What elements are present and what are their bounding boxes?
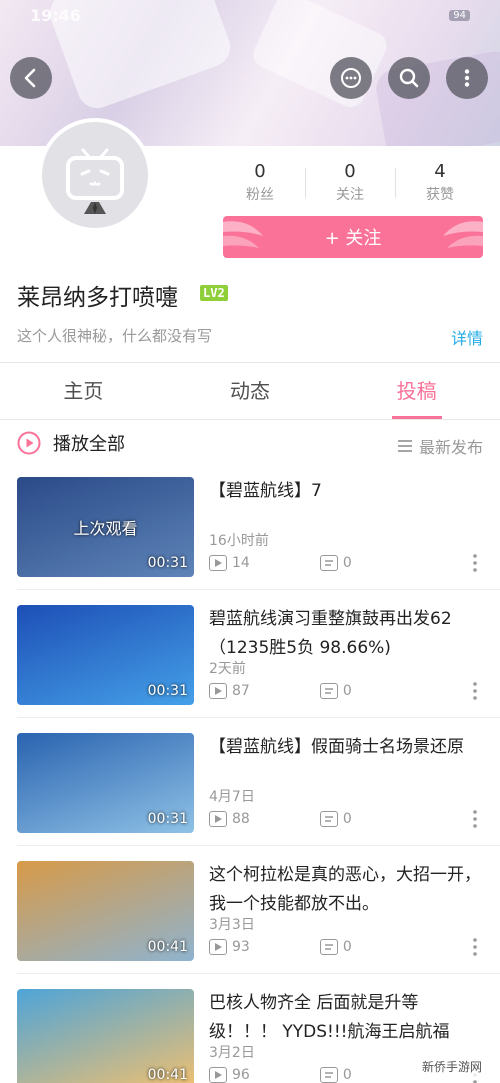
video-item[interactable]: 00:31 【碧蓝航线】假面骑士名场景还原 4月7日 88 0: [0, 718, 500, 846]
video-meta: 14 0: [209, 555, 352, 571]
video-time: 2天前: [209, 661, 246, 677]
list-sort-icon: [397, 440, 412, 452]
back-button[interactable]: [10, 57, 52, 99]
search-icon: [399, 68, 419, 88]
video-duration: 00:31: [147, 683, 188, 699]
play-circle-icon: [17, 431, 41, 455]
video-title[interactable]: 这个柯拉松是真的恶心，大招一开，我一个技能都放不出。: [209, 861, 485, 919]
video-thumbnail[interactable]: 00:31: [17, 605, 194, 705]
more-options-icon[interactable]: [472, 553, 478, 573]
search-button[interactable]: [388, 57, 430, 99]
status-time: 19:46: [30, 6, 81, 25]
more-options-icon[interactable]: [472, 809, 478, 829]
video-item[interactable]: 00:31 碧蓝航线演习重整旗鼓再出发62（1235胜5负 98.66%) 2天…: [0, 590, 500, 718]
video-thumbnail[interactable]: 上次观看 00:31: [17, 477, 194, 577]
tv-mascot-icon: [66, 148, 124, 214]
level-badge: LV2: [200, 285, 228, 301]
video-title[interactable]: 【碧蓝航线】假面骑士名场景还原: [209, 733, 485, 762]
video-time: 16小时前: [209, 533, 269, 549]
video-duration: 00:41: [147, 939, 188, 955]
video-time: 4月7日: [209, 789, 255, 805]
video-time: 3月2日: [209, 1045, 255, 1061]
video-thumbnail[interactable]: 00:41: [17, 861, 194, 961]
video-meta: 96 0: [209, 1067, 352, 1083]
comment-count: 0: [342, 811, 352, 827]
video-duration: 00:41: [147, 1067, 188, 1083]
play-count-icon: [209, 1067, 227, 1083]
stat-value: 0: [344, 161, 356, 182]
comment-count-icon: [319, 683, 338, 699]
detail-link[interactable]: 详情: [451, 325, 483, 349]
video-meta: 87 0: [209, 683, 352, 699]
stat-label: 关注: [336, 187, 364, 203]
view-count: 88: [232, 811, 250, 827]
more-options-icon[interactable]: [472, 937, 478, 957]
chat-button[interactable]: [330, 57, 372, 99]
last-watched-label: 上次观看: [73, 519, 138, 538]
more-options-icon[interactable]: [472, 681, 478, 701]
comment-count-icon: [319, 811, 338, 827]
video-title[interactable]: 巴核人物齐全 后面就是升等级！！！ YYDS!!!航海王启航福: [209, 989, 485, 1047]
stat-label: 粉丝: [246, 187, 274, 203]
play-count-icon: [209, 939, 227, 955]
comment-count-icon: [319, 939, 338, 955]
video-duration: 00:31: [147, 811, 188, 827]
video-thumbnail[interactable]: 00:41: [17, 989, 194, 1083]
sort-button[interactable]: 最新发布: [397, 434, 483, 458]
follow-label: + 关注: [324, 228, 382, 249]
view-count: 96: [232, 1067, 250, 1083]
comment-count-icon: [319, 1067, 338, 1083]
video-time: 3月3日: [209, 917, 255, 933]
video-thumbnail[interactable]: 00:31: [17, 733, 194, 833]
play-all-button[interactable]: 播放全部: [17, 430, 125, 456]
stat-value: 4: [434, 161, 446, 182]
video-item[interactable]: 上次观看 00:31 【碧蓝航线】7 16小时前 14 0: [0, 462, 500, 590]
avatar[interactable]: [38, 118, 152, 232]
chevron-left-icon: [24, 68, 36, 88]
stat-label: 获赞: [426, 187, 454, 203]
chat-bubble-icon: [341, 68, 361, 88]
play-count-icon: [209, 683, 227, 699]
view-count: 87: [232, 683, 250, 699]
view-count: 14: [232, 555, 250, 571]
comment-count: 0: [342, 1067, 352, 1083]
comment-count: 0: [342, 555, 352, 571]
video-duration: 00:31: [147, 555, 188, 571]
play-count-icon: [209, 555, 227, 571]
wing-decoration-icon: [223, 221, 263, 248]
sort-label: 最新发布: [418, 438, 483, 457]
stat-likes[interactable]: 4 获赞: [395, 160, 485, 206]
follow-button[interactable]: + 关注: [223, 216, 483, 258]
video-meta: 93 0: [209, 939, 352, 955]
tab-dynamics[interactable]: 动态: [167, 363, 334, 419]
video-item[interactable]: 00:41 这个柯拉松是真的恶心，大招一开，我一个技能都放不出。 3月3日 93…: [0, 846, 500, 974]
wing-decoration-icon: [443, 221, 483, 248]
more-button[interactable]: [446, 57, 488, 99]
video-meta: 88 0: [209, 811, 352, 827]
comment-count-icon: [319, 555, 338, 571]
comment-count: 0: [342, 683, 352, 699]
stat-value: 0: [254, 161, 266, 182]
video-title[interactable]: 【碧蓝航线】7: [209, 477, 485, 506]
bio: 这个人很神秘，什么都没有写: [17, 327, 213, 345]
stat-following[interactable]: 0 关注: [305, 160, 395, 206]
battery-indicator: 94: [449, 10, 470, 21]
more-vertical-icon: [464, 69, 470, 87]
username: 莱昂纳多打喷嚏: [17, 285, 178, 311]
play-count-icon: [209, 811, 227, 827]
profile-stats: 0 粉丝 0 关注 4 获赞: [215, 160, 485, 206]
stat-fans[interactable]: 0 粉丝: [215, 160, 305, 206]
video-title[interactable]: 碧蓝航线演习重整旗鼓再出发62（1235胜5负 98.66%): [209, 605, 485, 663]
view-count: 93: [232, 939, 250, 955]
tab-bar: 主页 动态 投稿: [0, 363, 500, 420]
tab-home[interactable]: 主页: [0, 363, 167, 419]
play-all-label: 播放全部: [53, 434, 125, 455]
comment-count: 0: [342, 939, 352, 955]
watermark: 新侨手游网: [417, 1056, 486, 1077]
tab-uploads[interactable]: 投稿: [333, 363, 500, 419]
